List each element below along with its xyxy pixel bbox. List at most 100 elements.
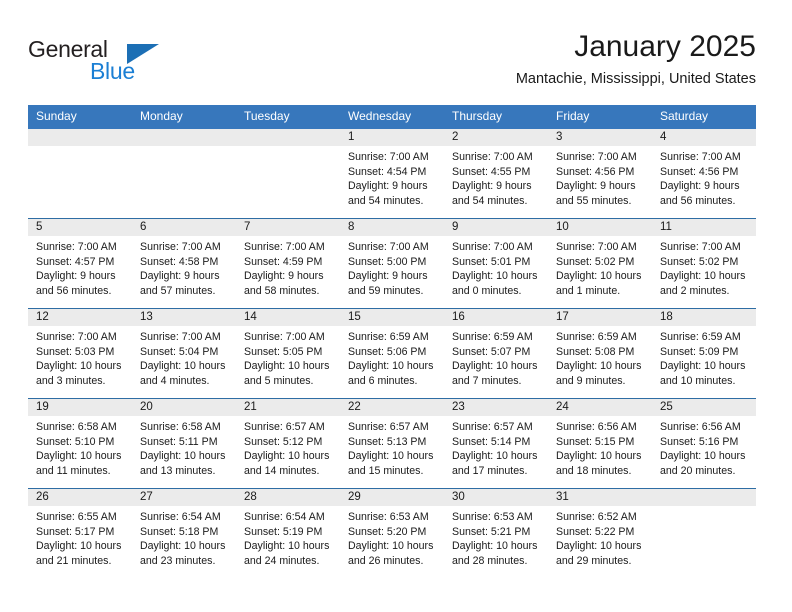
day-number: 4 — [652, 129, 756, 146]
sunset-text: Sunset: 5:20 PM — [348, 525, 427, 538]
daylight-text-line1: Daylight: 10 hours — [244, 450, 330, 463]
sunrise-text: Sunrise: 7:00 AM — [36, 331, 117, 343]
day-number: 30 — [444, 489, 548, 506]
daylight-text-line1: Daylight: 10 hours — [244, 540, 330, 553]
day-cell[interactable]: 11 Sunrise: 7:00 AM Sunset: 5:02 PM Dayligh… — [652, 219, 756, 308]
day-cell[interactable]: 24 Sunrise: 6:56 AM Sunset: 5:15 PM Dayligh… — [548, 399, 652, 488]
day-number: 18 — [652, 309, 756, 326]
day-cell[interactable]: 22 Sunrise: 6:57 AM Sunset: 5:13 PM Dayligh… — [340, 399, 444, 488]
daylight-text-line2: and 6 minutes. — [348, 374, 418, 387]
daylight-text-line1: Daylight: 9 hours — [244, 270, 324, 283]
day-details: Sunrise: 6:59 AM Sunset: 5:06 PM Daylight:… — [340, 326, 444, 388]
logo-text-blue: Blue — [90, 58, 135, 84]
daylight-text-line2: and 11 minutes. — [36, 464, 111, 477]
day-cell[interactable]: 14 Sunrise: 7:00 AM Sunset: 5:05 PM Dayligh… — [236, 309, 340, 398]
day-cell[interactable]: 17 Sunrise: 6:59 AM Sunset: 5:08 PM Dayligh… — [548, 309, 652, 398]
sunrise-text: Sunrise: 7:00 AM — [348, 151, 429, 163]
day-cell[interactable]: 9 Sunrise: 7:00 AM Sunset: 5:01 PM Daylight… — [444, 219, 548, 308]
day-details: Sunrise: 7:00 AM Sunset: 5:02 PM Daylight:… — [548, 236, 652, 298]
day-details: Sunrise: 6:57 AM Sunset: 5:14 PM Daylight:… — [444, 416, 548, 478]
day-cell[interactable]: 28 Sunrise: 6:54 AM Sunset: 5:19 PM Dayligh… — [236, 489, 340, 578]
weekday-header-sunday: Sunday — [36, 109, 77, 123]
daylight-text-line1: Daylight: 9 hours — [348, 270, 428, 283]
weekday-header-wednesday: Wednesday — [348, 109, 412, 123]
sunrise-text: Sunrise: 6:58 AM — [140, 421, 221, 433]
day-number: 15 — [340, 309, 444, 326]
daylight-text-line1: Daylight: 9 hours — [452, 180, 532, 193]
sunset-text: Sunset: 5:01 PM — [452, 255, 531, 268]
day-details: Sunrise: 7:00 AM Sunset: 4:58 PM Daylight:… — [132, 236, 236, 298]
day-cell[interactable]: 4 Sunrise: 7:00 AM Sunset: 4:56 PM Daylight… — [652, 129, 756, 218]
day-number: 7 — [236, 219, 340, 236]
day-number: 12 — [28, 309, 132, 326]
day-cell[interactable]: 2 Sunrise: 7:00 AM Sunset: 4:55 PM Daylight… — [444, 129, 548, 218]
day-cell[interactable]: 15 Sunrise: 6:59 AM Sunset: 5:06 PM Dayligh… — [340, 309, 444, 398]
daylight-text-line2: and 14 minutes. — [244, 464, 320, 477]
day-cell[interactable]: 23 Sunrise: 6:57 AM Sunset: 5:14 PM Dayligh… — [444, 399, 548, 488]
day-cell[interactable]: 12 Sunrise: 7:00 AM Sunset: 5:03 PM Dayligh… — [28, 309, 132, 398]
day-details: Sunrise: 7:00 AM Sunset: 4:54 PM Daylight:… — [340, 146, 444, 208]
day-cell[interactable]: 6 Sunrise: 7:00 AM Sunset: 4:58 PM Daylight… — [132, 219, 236, 308]
daylight-text-line2: and 0 minutes. — [452, 284, 522, 297]
day-cell[interactable]: 27 Sunrise: 6:54 AM Sunset: 5:18 PM Dayligh… — [132, 489, 236, 578]
day-cell[interactable]: 1 Sunrise: 7:00 AM Sunset: 4:54 PM Daylight… — [340, 129, 444, 218]
sunrise-text: Sunrise: 6:56 AM — [660, 421, 741, 433]
day-cell[interactable]: 19 Sunrise: 6:58 AM Sunset: 5:10 PM Dayligh… — [28, 399, 132, 488]
daylight-text-line2: and 3 minutes. — [36, 374, 106, 387]
week-row: 1 Sunrise: 7:00 AM Sunset: 4:54 PM Daylight… — [28, 129, 756, 218]
sunrise-text: Sunrise: 6:56 AM — [556, 421, 637, 433]
weekday-header-monday: Monday — [140, 109, 183, 123]
day-cell[interactable]: 7 Sunrise: 7:00 AM Sunset: 4:59 PM Daylight… — [236, 219, 340, 308]
day-cell[interactable]: 21 Sunrise: 6:57 AM Sunset: 5:12 PM Dayligh… — [236, 399, 340, 488]
day-cell[interactable]: 16 Sunrise: 6:59 AM Sunset: 5:07 PM Dayligh… — [444, 309, 548, 398]
day-number: 25 — [652, 399, 756, 416]
day-details: Sunrise: 6:58 AM Sunset: 5:10 PM Daylight:… — [28, 416, 132, 478]
day-number: 24 — [548, 399, 652, 416]
day-details: Sunrise: 6:53 AM Sunset: 5:20 PM Daylight:… — [340, 506, 444, 568]
day-details: Sunrise: 7:00 AM Sunset: 4:56 PM Daylight:… — [548, 146, 652, 208]
sunset-text: Sunset: 5:10 PM — [36, 435, 115, 448]
daylight-text-line1: Daylight: 9 hours — [140, 270, 220, 283]
day-cell[interactable]: 29 Sunrise: 6:53 AM Sunset: 5:20 PM Dayligh… — [340, 489, 444, 578]
day-cell[interactable]: 8 Sunrise: 7:00 AM Sunset: 5:00 PM Daylight… — [340, 219, 444, 308]
day-number: 26 — [28, 489, 132, 506]
daylight-text-line1: Daylight: 9 hours — [556, 180, 636, 193]
day-cell[interactable]: 10 Sunrise: 7:00 AM Sunset: 5:02 PM Dayligh… — [548, 219, 652, 308]
daylight-text-line1: Daylight: 10 hours — [660, 360, 746, 373]
day-number: 23 — [444, 399, 548, 416]
daylight-text-line1: Daylight: 10 hours — [348, 540, 434, 553]
week-row: 5 Sunrise: 7:00 AM Sunset: 4:57 PM Daylight… — [28, 218, 756, 308]
day-number: 29 — [340, 489, 444, 506]
day-cell[interactable]: 5 Sunrise: 7:00 AM Sunset: 4:57 PM Daylight… — [28, 219, 132, 308]
day-details: Sunrise: 7:00 AM Sunset: 5:05 PM Daylight:… — [236, 326, 340, 388]
day-cell[interactable]: 18 Sunrise: 6:59 AM Sunset: 5:09 PM Dayligh… — [652, 309, 756, 398]
sunrise-text: Sunrise: 6:55 AM — [36, 511, 117, 523]
day-cell[interactable]: 26 Sunrise: 6:55 AM Sunset: 5:17 PM Dayligh… — [28, 489, 132, 578]
daylight-text-line2: and 54 minutes. — [452, 194, 528, 207]
day-number — [28, 129, 132, 146]
sunrise-text: Sunrise: 7:00 AM — [452, 241, 533, 253]
calendar-grid: Sunday Monday Tuesday Wednesday Thursday… — [28, 105, 756, 578]
day-details: Sunrise: 6:59 AM Sunset: 5:09 PM Daylight:… — [652, 326, 756, 388]
sunset-text: Sunset: 4:57 PM — [36, 255, 115, 268]
daylight-text-line1: Daylight: 10 hours — [348, 360, 434, 373]
day-details: Sunrise: 7:00 AM Sunset: 5:03 PM Daylight:… — [28, 326, 132, 388]
calendar-page: General Blue January 2025 Mantachie, Mis… — [0, 0, 792, 612]
day-number: 10 — [548, 219, 652, 236]
sunset-text: Sunset: 5:14 PM — [452, 435, 531, 448]
day-number: 6 — [132, 219, 236, 236]
day-cell[interactable]: 25 Sunrise: 6:56 AM Sunset: 5:16 PM Dayligh… — [652, 399, 756, 488]
day-cell[interactable]: 20 Sunrise: 6:58 AM Sunset: 5:11 PM Dayligh… — [132, 399, 236, 488]
day-cell[interactable]: 31 Sunrise: 6:52 AM Sunset: 5:22 PM Dayligh… — [548, 489, 652, 578]
day-cell[interactable]: 3 Sunrise: 7:00 AM Sunset: 4:56 PM Daylight… — [548, 129, 652, 218]
week-row: 12 Sunrise: 7:00 AM Sunset: 5:03 PM Dayligh… — [28, 308, 756, 398]
sunset-text: Sunset: 5:15 PM — [556, 435, 635, 448]
sunrise-text: Sunrise: 6:53 AM — [452, 511, 533, 523]
daylight-text-line2: and 21 minutes. — [36, 554, 112, 567]
sunset-text: Sunset: 4:59 PM — [244, 255, 323, 268]
day-cell[interactable]: 30 Sunrise: 6:53 AM Sunset: 5:21 PM Dayligh… — [444, 489, 548, 578]
day-cell[interactable]: 13 Sunrise: 7:00 AM Sunset: 5:04 PM Dayligh… — [132, 309, 236, 398]
week-row: 19 Sunrise: 6:58 AM Sunset: 5:10 PM Dayligh… — [28, 398, 756, 488]
daylight-text-line1: Daylight: 9 hours — [660, 180, 740, 193]
daylight-text-line2: and 20 minutes. — [660, 464, 736, 477]
